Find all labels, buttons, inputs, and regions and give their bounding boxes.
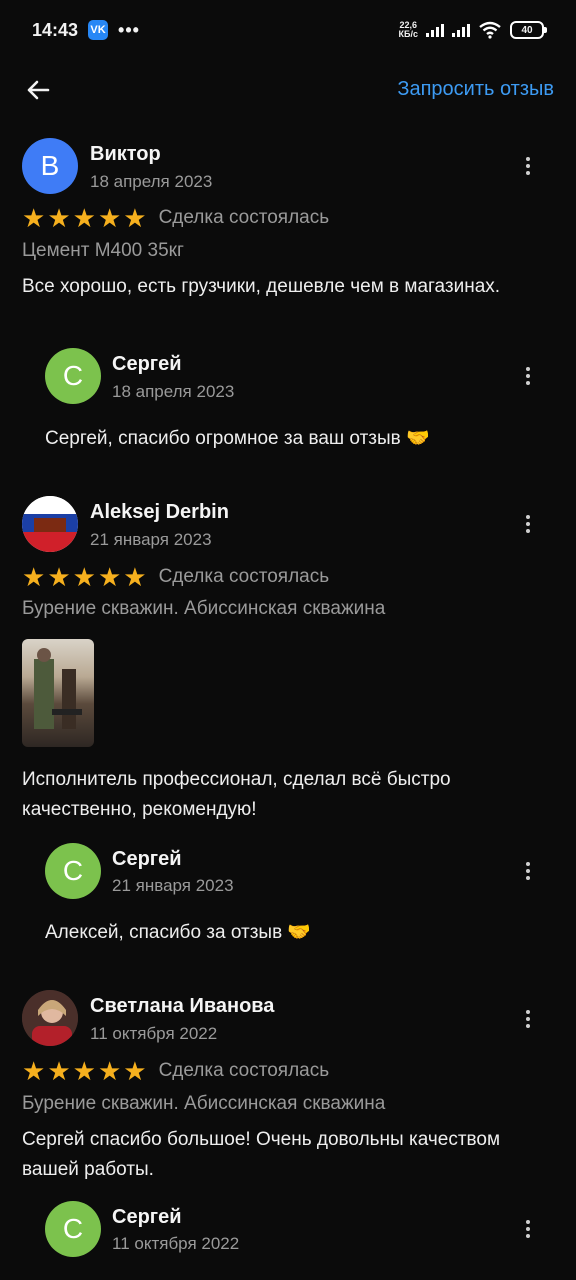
flag-avatar-image bbox=[22, 496, 78, 552]
star-icon: ★ bbox=[72, 1056, 96, 1086]
reply-text: Алексей, спасибо за отзыв 🤝 bbox=[45, 922, 312, 943]
status-right: 22,6 КБ/с 40 bbox=[399, 21, 547, 39]
rating-row: ★ ★ ★ ★ ★ Сделка состоялась bbox=[22, 564, 329, 590]
request-review-link[interactable]: Запросить отзыв bbox=[397, 78, 554, 101]
clock: 14:43 bbox=[32, 19, 79, 40]
service-name: Бурение скважин. Абиссинская скважина bbox=[22, 1093, 386, 1114]
reply-author: Сергей bbox=[112, 353, 182, 375]
battery-icon: 40 bbox=[510, 21, 547, 39]
cell-signal-icon bbox=[426, 23, 444, 37]
star-icon: ★ bbox=[123, 562, 147, 592]
cell-signal-2-icon bbox=[452, 23, 470, 37]
review-author: Виктор bbox=[90, 143, 161, 165]
review-date: 18 апреля 2023 bbox=[90, 172, 213, 191]
avatar[interactable] bbox=[22, 990, 78, 1046]
avatar[interactable] bbox=[22, 496, 78, 552]
star-icon: ★ bbox=[97, 203, 122, 233]
avatar[interactable]: В bbox=[22, 138, 78, 194]
user-photo-avatar bbox=[22, 990, 78, 1046]
service-name: Бурение скважин. Абиссинская скважина bbox=[22, 598, 386, 619]
reply-date: 11 октября 2022 bbox=[112, 1234, 240, 1253]
star-icon: ★ bbox=[22, 1056, 46, 1086]
more-notifications-icon: ••• bbox=[118, 19, 140, 40]
star-icon: ★ bbox=[123, 203, 147, 233]
deal-status: Сделка состоялась bbox=[158, 566, 330, 587]
star-icon: ★ bbox=[47, 562, 71, 592]
rating-row: ★ ★ ★ ★ ★ Сделка состоялась bbox=[22, 1058, 329, 1084]
wifi-icon bbox=[479, 21, 501, 39]
status-bar: 14:43 VK ••• 22,6 КБ/с 40 bbox=[0, 0, 576, 60]
deal-status: Сделка состоялась bbox=[158, 207, 330, 228]
star-icon: ★ bbox=[123, 1056, 147, 1086]
reply-avatar[interactable]: С bbox=[45, 843, 101, 899]
photo-image bbox=[34, 648, 82, 729]
star-icon: ★ bbox=[22, 562, 46, 592]
top-app-bar: Запросить отзыв bbox=[0, 60, 576, 118]
service-name: Цемент М400 35кг bbox=[22, 240, 184, 261]
rating-row: ★ ★ ★ ★ ★ Сделка состоялась bbox=[22, 205, 329, 231]
more-options-icon[interactable] bbox=[516, 509, 540, 539]
review-text: Сергей спасибо большое! Очень довольны к… bbox=[22, 1129, 501, 1180]
review-photo-thumbnail[interactable] bbox=[22, 639, 94, 747]
star-icon: ★ bbox=[22, 203, 46, 233]
star-icon: ★ bbox=[72, 562, 96, 592]
reply-avatar[interactable]: С bbox=[45, 348, 101, 404]
arrow-left-icon[interactable] bbox=[22, 74, 54, 106]
more-options-icon[interactable] bbox=[516, 1004, 540, 1034]
reply-author: Сергей bbox=[112, 1206, 182, 1228]
vk-notification-icon: VK bbox=[88, 20, 109, 40]
reply-text: Сергей, спасибо огромное за ваш отзыв 🤝 bbox=[45, 428, 430, 449]
review-author: Aleksej Derbin bbox=[90, 501, 229, 523]
reply-avatar[interactable]: С bbox=[45, 1201, 101, 1257]
review-text: Исполнитель профессионал, сделал всё быс… bbox=[22, 769, 451, 820]
reply-more-options-icon[interactable] bbox=[516, 856, 540, 886]
network-speed: 22,6 КБ/с bbox=[399, 21, 418, 39]
reply-more-options-icon[interactable] bbox=[516, 1214, 540, 1244]
star-icon: ★ bbox=[72, 203, 96, 233]
deal-status: Сделка состоялась bbox=[158, 1060, 330, 1081]
star-icon: ★ bbox=[97, 1056, 122, 1086]
reply-date: 18 апреля 2023 bbox=[112, 382, 235, 401]
review-author: Светлана Иванова bbox=[90, 995, 275, 1017]
review-date: 21 января 2023 bbox=[90, 530, 212, 549]
reply-date: 21 января 2023 bbox=[112, 876, 234, 895]
more-options-icon[interactable] bbox=[516, 151, 540, 181]
reply-author: Сергей bbox=[112, 848, 182, 870]
star-icon: ★ bbox=[97, 562, 122, 592]
review-text: Все хорошо, есть грузчики, дешевле чем в… bbox=[22, 276, 501, 297]
review-date: 11 октября 2022 bbox=[90, 1024, 218, 1043]
star-icon: ★ bbox=[47, 203, 71, 233]
star-icon: ★ bbox=[47, 1056, 71, 1086]
reply-more-options-icon[interactable] bbox=[516, 361, 540, 391]
status-left: 14:43 VK ••• bbox=[32, 20, 140, 41]
network-speed-unit: КБ/с bbox=[398, 29, 418, 39]
